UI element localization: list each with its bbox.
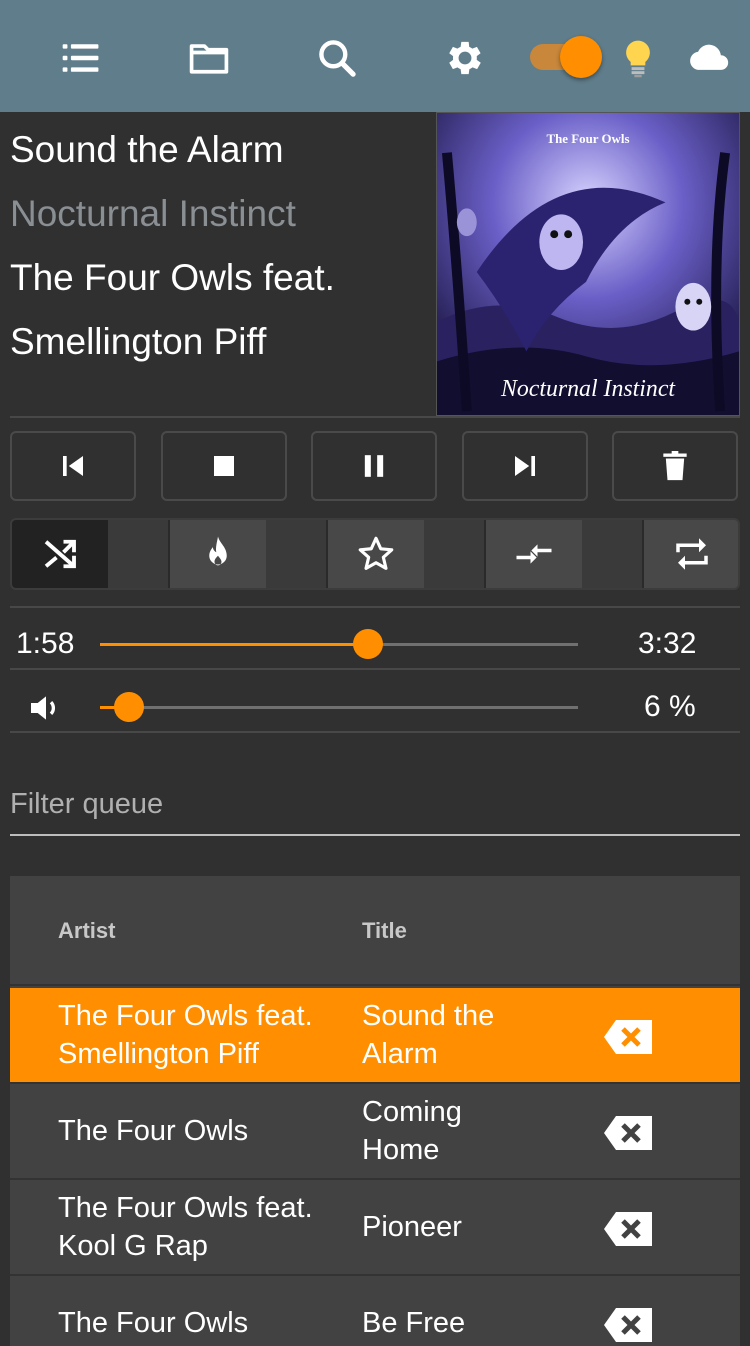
theme-toggle[interactable] <box>528 36 604 78</box>
settings-gear-icon[interactable] <box>437 30 493 86</box>
divider <box>10 668 740 670</box>
elapsed-time: 1:58 <box>16 627 75 660</box>
queue-row[interactable]: The Four Owls Coming Home <box>10 1084 740 1180</box>
top-toolbar <box>0 0 750 112</box>
progress-fill <box>100 643 368 646</box>
cover-band-text: The Four Owls <box>547 131 630 146</box>
row-title: Sound the Alarm <box>362 1000 495 1070</box>
remove-from-queue-icon[interactable] <box>602 1306 654 1344</box>
total-time: 3:32 <box>638 627 697 660</box>
pause-icon <box>364 455 384 477</box>
divider <box>10 606 740 608</box>
previous-button[interactable] <box>10 431 136 501</box>
cover-album-text: Nocturnal Instinct <box>500 376 676 402</box>
row-title: Coming Home <box>362 1096 462 1166</box>
remove-from-queue-icon[interactable] <box>602 1114 654 1152</box>
row-artist: The Four Owls <box>58 1307 249 1339</box>
favorite-button[interactable] <box>328 520 424 588</box>
compress-icon <box>516 544 552 564</box>
fire-icon <box>209 536 227 566</box>
previous-icon <box>63 456 83 476</box>
filter-queue-input[interactable] <box>10 780 740 828</box>
divider <box>10 416 740 418</box>
lightbulb-icon[interactable] <box>610 30 666 86</box>
queue-row[interactable]: The Four Owls feat. Kool G Rap Pioneer <box>10 1180 740 1276</box>
consume-button[interactable] <box>170 520 266 588</box>
remove-from-queue-icon[interactable] <box>602 1210 654 1248</box>
now-playing-info: Sound the Alarm Nocturnal Instinct The F… <box>10 118 430 374</box>
crossfade-button[interactable] <box>486 520 582 588</box>
volume-icon[interactable] <box>26 688 66 728</box>
delete-icon <box>663 451 687 481</box>
artist-name-line2: Smellington Piff <box>10 321 267 362</box>
volume-track[interactable] <box>100 706 578 709</box>
column-header-title[interactable]: Title <box>362 918 407 944</box>
queue-row[interactable]: The Four Owls feat. Smellington Piff Sou… <box>10 988 740 1084</box>
filter-queue-field[interactable] <box>10 780 740 836</box>
row-title: Be Free <box>362 1307 466 1339</box>
row-artist: The Four Owls <box>58 1115 249 1147</box>
delete-button[interactable] <box>612 431 738 501</box>
queue-table: Artist Title The Four Owls feat. Smellin… <box>10 876 740 1346</box>
volume-knob[interactable] <box>113 692 144 722</box>
queue-list-icon[interactable] <box>53 30 109 86</box>
playback-mode-group <box>10 518 740 590</box>
row-artist: The Four Owls feat. Smellington Piff <box>58 1000 313 1070</box>
track-title: Sound the Alarm <box>10 129 284 170</box>
artist-name-line1: The Four Owls feat. <box>10 257 335 298</box>
star-icon <box>358 536 394 570</box>
queue-header: Artist Title <box>10 876 740 986</box>
cloud-icon[interactable] <box>680 30 736 86</box>
divider <box>10 731 740 733</box>
album-cover: The Four Owls Nocturnal Instinct <box>436 112 740 416</box>
toggle-knob <box>560 36 602 78</box>
row-artist: The Four Owls feat. Kool G Rap <box>58 1192 313 1262</box>
column-header-artist[interactable]: Artist <box>58 918 115 944</box>
progress-knob[interactable] <box>352 629 383 659</box>
next-button[interactable] <box>462 431 588 501</box>
repeat-button[interactable] <box>644 520 738 588</box>
folder-icon[interactable] <box>181 30 237 86</box>
stop-icon <box>214 456 234 476</box>
repeat-icon <box>676 538 708 570</box>
album-cover-art: The Four Owls Nocturnal Instinct <box>437 113 739 415</box>
shuffle-icon <box>44 539 76 569</box>
row-title: Pioneer <box>362 1211 462 1243</box>
pause-button[interactable] <box>311 431 437 501</box>
remove-from-queue-icon[interactable] <box>602 1018 654 1056</box>
search-icon[interactable] <box>309 30 365 86</box>
next-icon <box>515 456 535 476</box>
volume-percent: 6 % <box>644 690 696 723</box>
stop-button[interactable] <box>161 431 287 501</box>
album-name: Nocturnal Instinct <box>10 193 296 234</box>
queue-row[interactable]: The Four Owls Be Free <box>10 1276 740 1346</box>
shuffle-button[interactable] <box>12 520 108 588</box>
